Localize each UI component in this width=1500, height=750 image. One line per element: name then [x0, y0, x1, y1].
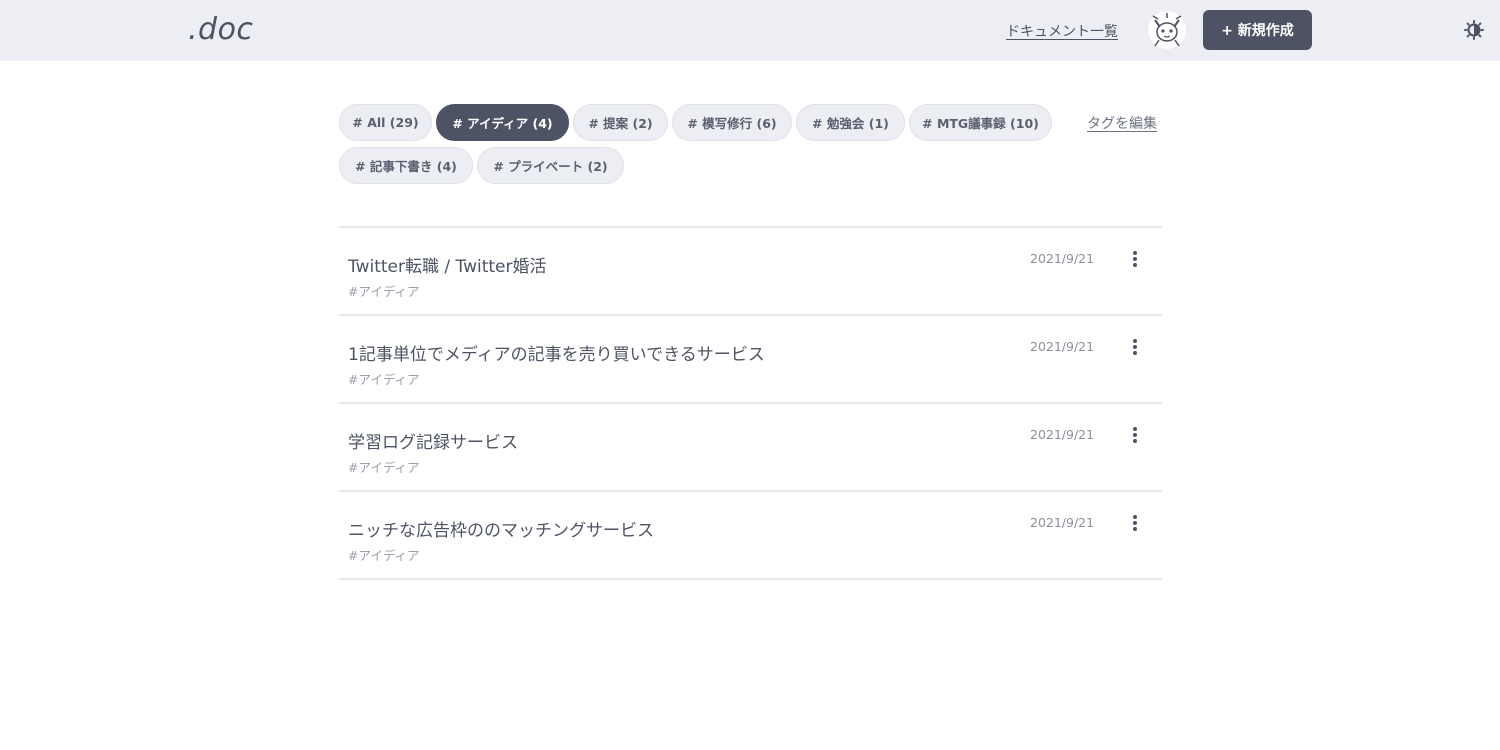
tag-proposal[interactable]: # 提案 (2)	[573, 104, 668, 141]
tag-all[interactable]: # All (29)	[339, 104, 432, 141]
document-title[interactable]: ニッチな広告枠ののマッチングサービス	[348, 516, 654, 541]
tag-study-group[interactable]: # 勉強会 (1)	[796, 104, 905, 141]
document-date: 2021/9/21	[1030, 251, 1095, 266]
tag-copy-practice[interactable]: # 模写修行 (6)	[672, 104, 792, 141]
document-row[interactable]: Twitter転職 / Twitter婚活 #アイディア 2021/9/21	[339, 228, 1162, 316]
document-title[interactable]: 学習ログ記録サービス	[348, 428, 518, 453]
document-tag: #アイディア	[348, 548, 420, 563]
edit-tags-link[interactable]: タグを編集	[1087, 113, 1157, 133]
document-date: 2021/9/21	[1030, 515, 1095, 530]
document-list-link[interactable]: ドキュメント一覧	[1006, 21, 1118, 41]
document-title[interactable]: 1記事単位でメディアの記事を売り買いできるサービス	[348, 340, 765, 365]
more-options-icon[interactable]	[1130, 338, 1140, 356]
document-tag: #アイディア	[348, 284, 420, 299]
tag-idea[interactable]: # アイディア (4)	[436, 104, 569, 141]
document-tag: #アイディア	[348, 460, 420, 475]
document-date: 2021/9/21	[1030, 339, 1095, 354]
header-bar: .doc ドキュメント一覧 + 新規作成	[0, 0, 1500, 61]
document-date: 2021/9/21	[1030, 427, 1095, 442]
document-row[interactable]: 学習ログ記録サービス #アイディア 2021/9/21	[339, 404, 1162, 492]
document-row[interactable]: ニッチな広告枠ののマッチングサービス #アイディア 2021/9/21	[339, 492, 1162, 580]
tag-meeting-minutes[interactable]: # MTG議事録 (10)	[909, 104, 1052, 141]
more-options-icon[interactable]	[1130, 250, 1140, 268]
document-list: Twitter転職 / Twitter婚活 #アイディア 2021/9/21 1…	[339, 226, 1162, 580]
theme-toggle-icon[interactable]	[1464, 20, 1484, 40]
new-document-button[interactable]: + 新規作成	[1203, 10, 1312, 50]
document-tag: #アイディア	[348, 372, 420, 387]
tag-article-drafts[interactable]: # 記事下書き (4)	[339, 147, 473, 184]
more-options-icon[interactable]	[1130, 514, 1140, 532]
app-logo[interactable]: .doc	[188, 12, 253, 47]
document-title[interactable]: Twitter転職 / Twitter婚活	[348, 252, 547, 277]
document-row[interactable]: 1記事単位でメディアの記事を売り買いできるサービス #アイディア 2021/9/…	[339, 316, 1162, 404]
avatar-cat-icon[interactable]	[1147, 10, 1187, 50]
tag-private[interactable]: # プライベート (2)	[477, 147, 624, 184]
more-options-icon[interactable]	[1130, 426, 1140, 444]
